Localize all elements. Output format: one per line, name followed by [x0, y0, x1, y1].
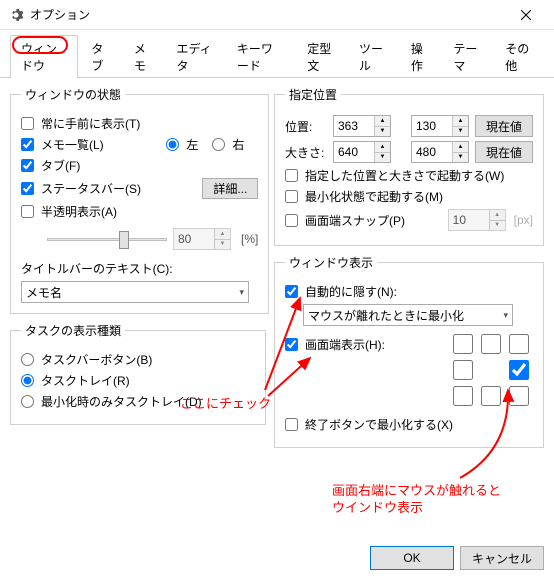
- titlebar-text-label: タイトルバーのテキスト(C):: [21, 260, 258, 277]
- taskbar-legend: タスクの表示種類: [21, 322, 125, 339]
- window-display-legend: ウィンドウ表示: [285, 254, 377, 271]
- opacity-spinner[interactable]: ▲▼: [173, 228, 231, 250]
- tab-2[interactable]: メモ: [123, 35, 164, 78]
- statusbar-details-button[interactable]: 詳細...: [202, 178, 258, 199]
- snap-spinner[interactable]: ▲▼: [448, 209, 506, 231]
- position-label: 位置:: [285, 118, 327, 135]
- window-display-group: ウィンドウ表示 自動的に隠す(N): マウスが離れたときに最小化 ▾ 画面端表示…: [274, 254, 544, 448]
- tab-strip: ウィンドウタブメモエディタキーワード定型文ツール操作テーマその他: [0, 30, 554, 78]
- chevron-down-icon: ▾: [239, 287, 244, 298]
- edge-grid-e[interactable]: [509, 360, 529, 380]
- edge-grid-nw[interactable]: [453, 334, 473, 354]
- translucent-checkbox[interactable]: 半透明表示(A): [21, 203, 117, 220]
- always-top-checkbox[interactable]: 常に手前に表示(T): [21, 115, 140, 132]
- pos-y-spinner[interactable]: ▲▼: [411, 115, 469, 137]
- edge-grid-s[interactable]: [481, 386, 501, 406]
- memo-list-checkbox[interactable]: メモ一覧(L): [21, 136, 104, 153]
- ok-button[interactable]: OK: [370, 546, 454, 570]
- opacity-unit: [%]: [241, 232, 258, 246]
- tab-6[interactable]: ツール: [348, 35, 398, 78]
- window-state-legend: ウィンドウの状態: [21, 86, 125, 103]
- statusbar-checkbox[interactable]: ステータスバー(S): [21, 180, 141, 197]
- edge-grid-sw[interactable]: [453, 386, 473, 406]
- gear-icon: [8, 7, 24, 23]
- tab-7[interactable]: 操作: [400, 35, 441, 78]
- edge-grid-w[interactable]: [453, 360, 473, 380]
- auto-hide-checkbox[interactable]: 自動的に隠す(N):: [285, 283, 397, 300]
- snap-unit: [px]: [514, 213, 533, 227]
- size-current-button[interactable]: 現在値: [475, 141, 533, 163]
- tab-4[interactable]: キーワード: [226, 35, 294, 78]
- size-label: 大きさ:: [285, 144, 327, 161]
- window-state-group: ウィンドウの状態 常に手前に表示(T) メモ一覧(L) 左 右 タブ(F) ステ…: [10, 86, 269, 314]
- taskbar-group: タスクの表示種類 タスクバーボタン(B) タスクトレイ(R) 最小化時のみタスク…: [10, 322, 266, 425]
- tab-3[interactable]: エディタ: [165, 35, 223, 78]
- close-button[interactable]: [506, 1, 546, 29]
- launch-position-checkbox[interactable]: 指定した位置と大きさで起動する(W): [285, 167, 504, 184]
- titlebar-text-select[interactable]: メモ名 ▾: [21, 281, 249, 303]
- size-h-spinner[interactable]: ▲▼: [411, 141, 469, 163]
- edge-grid-ne[interactable]: [509, 334, 529, 354]
- tab-8[interactable]: テーマ: [442, 35, 492, 78]
- tab-1[interactable]: タブ: [80, 35, 121, 78]
- edge-display-checkbox[interactable]: 画面端表示(H):: [285, 336, 385, 353]
- side-left-radio[interactable]: 左: [166, 136, 198, 153]
- tasktray-radio[interactable]: タスクトレイ(R): [21, 372, 130, 389]
- edge-grid-n[interactable]: [481, 334, 501, 354]
- opacity-slider[interactable]: [47, 228, 167, 250]
- tab-9[interactable]: その他: [494, 35, 544, 78]
- size-w-spinner[interactable]: ▲▼: [333, 141, 391, 163]
- window-title: オプション: [30, 6, 506, 23]
- chevron-down-icon: ▾: [503, 310, 508, 321]
- minimize-only-radio[interactable]: 最小化時のみタスクトレイ(D): [21, 393, 202, 410]
- spinner-down-icon[interactable]: ▼: [215, 240, 230, 250]
- spinner-up-icon[interactable]: ▲: [215, 229, 230, 240]
- edge-grid-se[interactable]: [509, 386, 529, 406]
- exit-minimize-checkbox[interactable]: 終了ボタンで最小化する(X): [285, 416, 453, 433]
- launch-minimized-checkbox[interactable]: 最小化状態で起動する(M): [285, 188, 443, 205]
- dialog-buttons: OK キャンセル: [370, 546, 544, 570]
- titlebar: オプション: [0, 0, 554, 30]
- cancel-button[interactable]: キャンセル: [460, 546, 544, 570]
- tab-0[interactable]: ウィンドウ: [10, 35, 78, 78]
- tab-5[interactable]: 定型文: [296, 35, 346, 78]
- snap-checkbox[interactable]: 画面端スナップ(P): [285, 212, 405, 229]
- edge-grid: [453, 334, 529, 406]
- annotation-right-edge-2: ウインドウ表示: [332, 497, 423, 516]
- pos-current-button[interactable]: 現在値: [475, 115, 533, 137]
- tab-checkbox[interactable]: タブ(F): [21, 157, 80, 174]
- taskbar-button-radio[interactable]: タスクバーボタン(B): [21, 351, 152, 368]
- position-legend: 指定位置: [285, 86, 341, 103]
- side-right-radio[interactable]: 右: [212, 136, 244, 153]
- annotation-right-edge-1: 画面右端にマウスが触れると: [332, 480, 501, 499]
- auto-hide-select[interactable]: マウスが離れたときに最小化 ▾: [303, 304, 513, 326]
- pos-x-spinner[interactable]: ▲▼: [333, 115, 391, 137]
- position-group: 指定位置 位置: ▲▼ ▲▼ 現在値 大きさ: ▲▼ ▲▼ 現在値 指定した位置…: [274, 86, 544, 246]
